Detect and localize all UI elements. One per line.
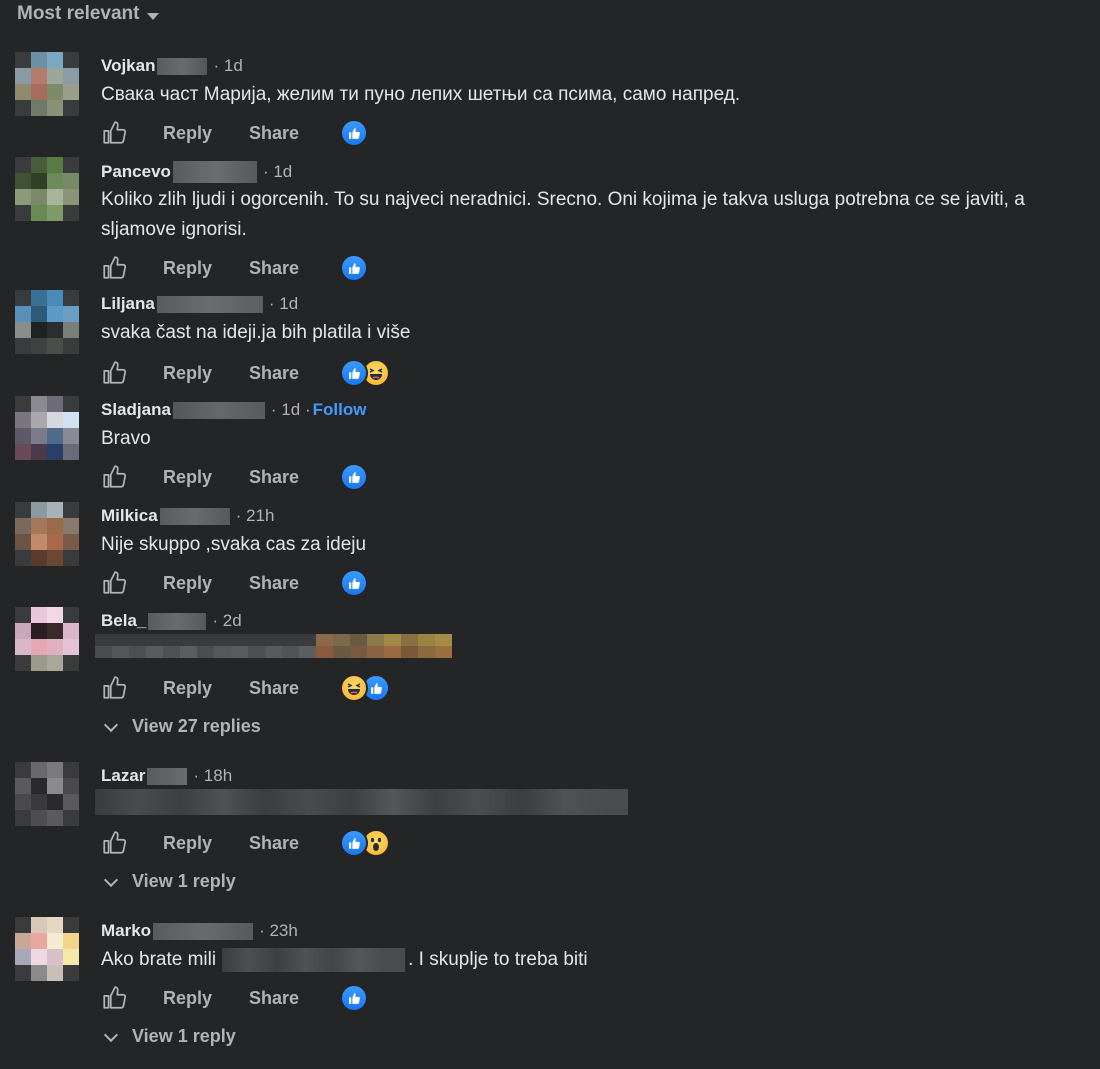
- redacted-comment-text: [95, 634, 452, 658]
- comment-text-end: . I skuplje to treba biti: [408, 949, 588, 970]
- reactions[interactable]: [340, 463, 369, 491]
- view-replies-button[interactable]: View 1 reply: [103, 1026, 236, 1047]
- share-button[interactable]: Share: [249, 363, 299, 384]
- share-button[interactable]: Share: [249, 988, 299, 1009]
- author-name[interactable]: Liljana: [101, 294, 155, 314]
- reactions[interactable]: [340, 674, 391, 702]
- comment-time[interactable]: · 2d: [212, 611, 241, 631]
- share-button[interactable]: Share: [249, 258, 299, 279]
- comment-time[interactable]: · 1d ·: [271, 400, 311, 420]
- redacted-surname: [157, 57, 208, 75]
- comment-text-start: Ako brate mili: [101, 949, 217, 970]
- redacted-surname: [159, 507, 230, 525]
- like-outline-icon[interactable]: [101, 255, 127, 281]
- comment-text: Bravo: [101, 428, 151, 449]
- like-outline-icon[interactable]: [101, 120, 127, 146]
- follow-link[interactable]: Follow: [313, 400, 367, 420]
- redacted-text: [222, 948, 406, 972]
- comment-text: Nije skuppo ,svaka cas za ideju: [101, 534, 367, 555]
- like-outline-icon[interactable]: [101, 464, 127, 490]
- comment-text: svaka čast na ideji.ja bih platila i viš…: [101, 322, 411, 343]
- comment-time[interactable]: · 21h: [236, 506, 275, 526]
- reply-button[interactable]: Reply: [163, 123, 212, 144]
- reactions[interactable]: [340, 829, 391, 857]
- like-outline-icon[interactable]: [101, 985, 127, 1011]
- like-reaction-icon: [340, 119, 369, 147]
- reactions[interactable]: [340, 254, 369, 282]
- comment-time[interactable]: · 1d: [263, 162, 292, 182]
- redacted-surname: [172, 161, 257, 183]
- avatar[interactable]: [15, 502, 79, 566]
- like-outline-icon[interactable]: [101, 675, 127, 701]
- chevron-down-icon: [103, 872, 119, 887]
- view-replies-button[interactable]: View 1 reply: [103, 871, 236, 892]
- reply-button[interactable]: Reply: [163, 258, 212, 279]
- reply-button[interactable]: Reply: [163, 573, 212, 594]
- reply-button[interactable]: Reply: [163, 467, 212, 488]
- haha-reaction-icon: [340, 674, 369, 702]
- redacted-surname: [172, 401, 265, 419]
- comment-time[interactable]: · 23h: [259, 921, 298, 941]
- chevron-down-icon: [103, 1027, 119, 1042]
- like-reaction-icon: [340, 829, 369, 857]
- comment-time[interactable]: · 1d: [269, 294, 298, 314]
- avatar[interactable]: [15, 396, 79, 460]
- avatar[interactable]: [15, 607, 79, 671]
- author-name[interactable]: Pancevo: [101, 162, 171, 182]
- redacted-surname: [156, 295, 263, 313]
- reactions[interactable]: [340, 359, 391, 387]
- view-replies-label: View 1 reply: [132, 1026, 236, 1046]
- comment-time[interactable]: · 18h: [193, 766, 232, 786]
- share-button[interactable]: Share: [249, 833, 299, 854]
- like-reaction-icon: [340, 463, 369, 491]
- like-reaction-icon: [340, 984, 369, 1012]
- redacted-comment-text: [95, 789, 628, 815]
- sort-label: Most relevant: [17, 3, 140, 24]
- author-name[interactable]: Vojkan: [101, 56, 155, 76]
- author-name[interactable]: Lazar: [101, 766, 145, 786]
- caret-down-icon: [147, 12, 160, 20]
- view-replies-label: View 1 reply: [132, 871, 236, 891]
- reply-button[interactable]: Reply: [163, 833, 212, 854]
- reactions[interactable]: [340, 984, 369, 1012]
- share-button[interactable]: Share: [249, 123, 299, 144]
- avatar[interactable]: [15, 52, 79, 116]
- reactions[interactable]: [340, 569, 369, 597]
- like-reaction-icon: [340, 359, 369, 387]
- share-button[interactable]: Share: [249, 467, 299, 488]
- avatar[interactable]: [15, 917, 79, 981]
- redacted-surname: [147, 767, 188, 785]
- like-outline-icon[interactable]: [101, 360, 127, 386]
- redacted-surname: [153, 922, 254, 940]
- like-reaction-icon: [340, 254, 369, 282]
- author-name[interactable]: Marko: [101, 921, 151, 941]
- like-outline-icon[interactable]: [101, 570, 127, 596]
- view-replies-button[interactable]: View 27 replies: [103, 716, 261, 737]
- avatar[interactable]: [15, 762, 79, 826]
- avatar[interactable]: [15, 157, 79, 221]
- author-name[interactable]: Sladjana: [101, 400, 171, 420]
- author-name[interactable]: Bela_: [101, 611, 146, 631]
- comment-time[interactable]: · 1d: [213, 56, 242, 76]
- author-name[interactable]: Milkica: [101, 506, 158, 526]
- reply-button[interactable]: Reply: [163, 363, 212, 384]
- comment-text: Свака част Марија, желим ти пуно лепих ш…: [101, 84, 741, 105]
- comment-text: Ako brate mili . I skuplje to treba biti: [101, 945, 1061, 975]
- view-replies-label: View 27 replies: [132, 716, 261, 736]
- chevron-down-icon: [103, 717, 119, 732]
- share-button[interactable]: Share: [249, 573, 299, 594]
- reactions[interactable]: [340, 119, 369, 147]
- comment-text: Koliko zlih ljudi i ogorcenih. To su naj…: [101, 189, 1025, 240]
- like-outline-icon[interactable]: [101, 830, 127, 856]
- avatar[interactable]: [15, 290, 79, 354]
- reply-button[interactable]: Reply: [163, 988, 212, 1009]
- redacted-surname: [148, 612, 207, 630]
- reply-button[interactable]: Reply: [163, 678, 212, 699]
- sort-dropdown[interactable]: Most relevant: [17, 3, 160, 25]
- like-reaction-icon: [340, 569, 369, 597]
- share-button[interactable]: Share: [249, 678, 299, 699]
